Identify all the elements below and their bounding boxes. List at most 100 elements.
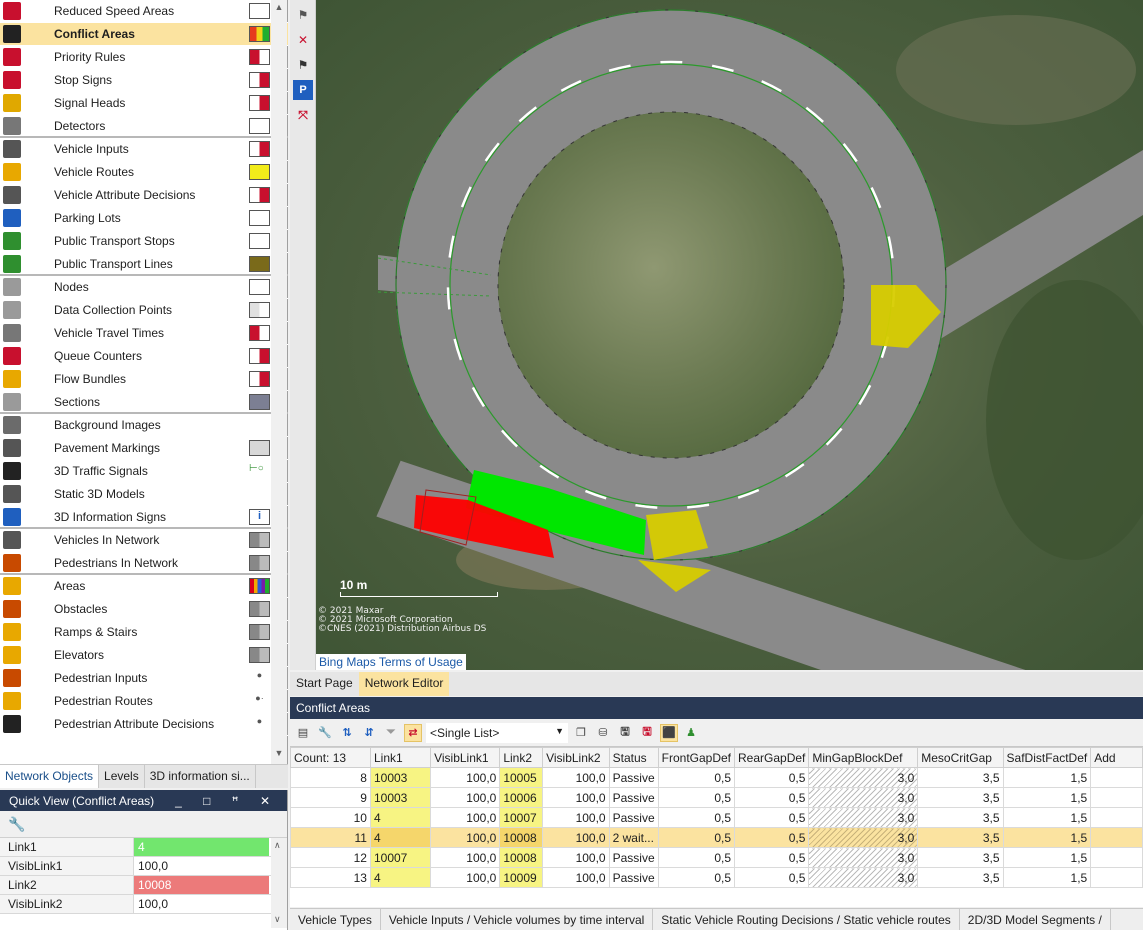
cell-meso[interactable]: 3,5 (917, 767, 1004, 788)
network-object-row[interactable]: Pedestrians In Network (0, 552, 288, 575)
cell-meso[interactable]: 3,5 (917, 827, 1004, 848)
graphic-parameter-swatch[interactable] (249, 141, 270, 157)
tab-vehicle-types[interactable]: Vehicle Types (290, 909, 381, 930)
cell-vis1[interactable]: 100,0 (430, 767, 501, 788)
network-object-row[interactable]: Elevators (0, 644, 288, 667)
cell-add[interactable] (1090, 827, 1143, 848)
network-object-row[interactable]: Detectors (0, 115, 288, 138)
cell-link2[interactable]: 10006 (499, 787, 544, 808)
cell-link2[interactable]: 10009 (499, 867, 544, 888)
tab-start-page[interactable]: Start Page (290, 672, 359, 696)
network-object-row[interactable]: Data Collection Points (0, 299, 288, 322)
cell-link2[interactable]: 10008 (499, 827, 544, 848)
graphic-parameter-swatch[interactable] (249, 187, 270, 203)
graphic-parameter-swatch[interactable] (249, 95, 270, 111)
graphic-parameter-swatch[interactable]: ⊢○ (249, 463, 270, 479)
quick-view-row[interactable]: VisibLink1 100,0 (0, 857, 287, 876)
cell-link1[interactable]: 10003 (369, 787, 432, 808)
cell-saf[interactable]: 1,5 (1002, 787, 1092, 808)
tab-3d-information-signs[interactable]: 3D information si... (145, 765, 256, 788)
cell-no[interactable]: 8 (290, 767, 371, 788)
graphic-parameter-swatch[interactable] (249, 210, 270, 226)
pedestrian-signal-3d-icon[interactable]: ⚑ (293, 55, 313, 75)
cell-link1[interactable]: 4 (369, 827, 432, 848)
cell-meso[interactable]: 3,5 (917, 787, 1004, 808)
cell-vis2[interactable]: 100,0 (542, 827, 610, 848)
cell-front[interactable]: 0,5 (657, 827, 736, 848)
cell-status[interactable]: Passive (608, 767, 659, 788)
cell-no[interactable]: 9 (290, 787, 371, 808)
quick-view-row[interactable]: VisibLink2 100,0 (0, 895, 287, 914)
cell-add[interactable] (1090, 807, 1143, 828)
cell-front[interactable]: 0,5 (657, 847, 736, 868)
graphic-parameter-swatch[interactable] (249, 601, 270, 617)
cell-add[interactable] (1090, 847, 1143, 868)
conflict-toggle-icon[interactable]: ✕ (293, 30, 313, 50)
parking-toggle-icon[interactable]: P (293, 80, 313, 100)
quick-view-scrollbar[interactable]: ∧ ∨ (271, 838, 287, 928)
cell-mingap[interactable]: 3,0 (808, 847, 919, 868)
network-object-row[interactable]: Parking Lots (0, 207, 288, 230)
cell-status[interactable]: Passive (608, 867, 659, 888)
cell-link1[interactable]: 4 (369, 867, 432, 888)
cell-saf[interactable]: 1,5 (1002, 847, 1092, 868)
graphic-parameter-swatch[interactable] (249, 647, 270, 663)
table-row[interactable]: 10 4 100,0 10007 100,0 Passive 0,5 0,5 3,0 3,5 1,5 (290, 807, 1143, 828)
column-header[interactable]: RearGapDef (734, 747, 810, 768)
cell-status[interactable]: Passive (608, 807, 659, 828)
cell-saf[interactable]: 1,5 (1002, 807, 1092, 828)
cell-add[interactable] (1090, 767, 1143, 788)
scroll-up-icon[interactable]: ▲ (274, 2, 284, 12)
layout-menu-icon[interactable]: ▤ (294, 724, 312, 742)
cell-rear[interactable]: 0,5 (734, 867, 810, 888)
network-object-row[interactable]: Vehicle Inputs (0, 138, 288, 161)
quick-view-value[interactable]: 100,0 (134, 857, 269, 875)
graphic-parameter-swatch[interactable] (249, 164, 270, 180)
column-header[interactable]: VisibLink1 (430, 747, 501, 768)
column-header[interactable]: MesoCritGap (917, 747, 1004, 768)
tab-levels[interactable]: Levels (99, 765, 145, 788)
cell-saf[interactable]: 1,5 (1002, 867, 1092, 888)
cell-link1[interactable]: 4 (369, 807, 432, 828)
cell-mingap[interactable]: 3,0 (808, 827, 919, 848)
graphic-parameter-swatch[interactable] (249, 440, 270, 456)
cell-link1[interactable]: 10007 (369, 847, 432, 868)
cell-status[interactable]: Passive (608, 787, 659, 808)
graphic-parameter-swatch[interactable] (249, 393, 270, 410)
cell-mingap[interactable]: 3,0 (808, 767, 919, 788)
sync-icon[interactable]: ⇄ (404, 723, 422, 742)
quick-view-value[interactable]: 100,0 (134, 895, 269, 913)
cell-no[interactable]: 11 (290, 827, 371, 848)
tab-model-segments[interactable]: 2D/3D Model Segments / (960, 909, 1111, 930)
cell-meso[interactable]: 3,5 (917, 807, 1004, 828)
graphic-parameter-swatch[interactable] (249, 486, 270, 502)
chevron-down-icon[interactable]: ∨ (274, 914, 281, 925)
graphic-parameter-swatch[interactable] (249, 348, 270, 364)
cell-status[interactable]: 2 wait... (608, 827, 659, 848)
network-object-row[interactable]: Conflict Areas (0, 23, 288, 46)
graphic-parameter-swatch[interactable] (249, 279, 270, 295)
cell-vis2[interactable]: 100,0 (542, 767, 610, 788)
table-row[interactable]: 12 10007 100,0 10008 100,0 Passive 0,5 0,5 3,0 3,… (290, 847, 1143, 868)
conflict-areas-icon[interactable]: ⬛ (660, 723, 678, 742)
quick-view-row[interactable]: Link2 10008 (0, 876, 287, 895)
network-object-row[interactable]: 3D Traffic Signals ⊢○ (0, 460, 288, 483)
network-object-row[interactable]: Public Transport Stops (0, 230, 288, 253)
cell-no[interactable]: 10 (290, 807, 371, 828)
list-layout-select[interactable]: <Single List> ▼ (426, 722, 568, 743)
export-icon[interactable]: 🖫 (638, 724, 656, 742)
network-object-row[interactable]: Vehicle Attribute Decisions (0, 184, 288, 207)
sort-ascending-icon[interactable]: ⇅ (338, 724, 356, 742)
network-editor-map[interactable]: 10 m © 2021 Maxar © 2021 Microsoft Corpo… (316, 0, 1143, 670)
graphic-parameter-swatch[interactable] (249, 72, 270, 88)
graphic-parameter-swatch[interactable] (249, 554, 270, 571)
cell-vis1[interactable]: 100,0 (430, 807, 501, 828)
tab-network-objects[interactable]: Network Objects (0, 765, 100, 788)
table-row[interactable]: 8 10003 100,0 10005 100,0 Passive 0,5 0,5 3,0 3,5… (290, 767, 1143, 788)
column-header[interactable]: Link2 (499, 747, 544, 768)
cell-rear[interactable]: 0,5 (734, 807, 810, 828)
pedestrian-signal-icon[interactable]: ⚑ (293, 5, 313, 25)
cell-vis1[interactable]: 100,0 (430, 847, 501, 868)
cell-vis1[interactable]: 100,0 (430, 827, 501, 848)
network-object-row[interactable]: Static 3D Models (0, 483, 288, 506)
